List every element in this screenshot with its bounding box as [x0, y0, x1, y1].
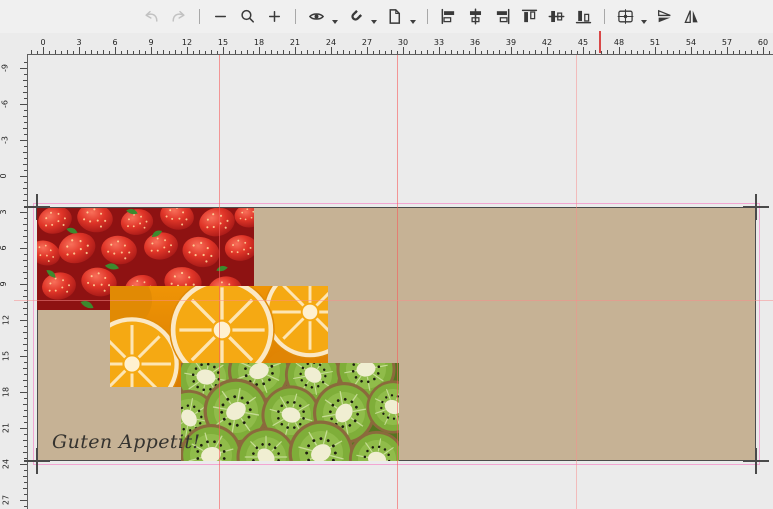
zoom-tool-button[interactable]: [237, 5, 258, 29]
magnifier-icon: [239, 8, 256, 25]
align-top-button[interactable]: [519, 5, 540, 29]
flip-horizontal-button[interactable]: [681, 5, 702, 29]
align-center-horizontal-button[interactable]: [465, 5, 486, 29]
kiwis-illustration: [181, 363, 399, 461]
snap-dropdown-caret[interactable]: [371, 20, 377, 24]
vertical-guide[interactable]: [219, 55, 220, 509]
vertical-guide[interactable]: [397, 55, 398, 509]
toolbar-separator: [604, 9, 605, 24]
center-on-page-button[interactable]: [615, 5, 636, 29]
plus-icon: [266, 8, 283, 25]
toolbar-items: [141, 5, 702, 29]
visibility-button[interactable]: [306, 5, 327, 29]
redo-icon: [170, 8, 187, 25]
zoom-in-button[interactable]: [264, 5, 285, 29]
flip-vertical-icon: [656, 8, 673, 25]
vertical-guide[interactable]: [576, 55, 577, 509]
undo-button[interactable]: [141, 5, 162, 29]
canvas-workarea[interactable]: Guten Appetit!: [0, 33, 773, 509]
magnet-icon: [347, 8, 364, 25]
zoom-out-button[interactable]: [210, 5, 231, 29]
toolbar-separator: [295, 9, 296, 24]
align-left-button[interactable]: [438, 5, 459, 29]
align-middle-vertical-button[interactable]: [546, 5, 567, 29]
align-top-icon: [521, 8, 538, 25]
horizontal-guide[interactable]: [14, 300, 773, 301]
page-setup-dropdown-caret[interactable]: [410, 20, 416, 24]
align-middle-vertical-icon: [548, 8, 565, 25]
toolbar-separator: [199, 9, 200, 24]
ruler-cursor-indicator: [599, 31, 601, 53]
snap-button[interactable]: [345, 5, 366, 29]
align-left-icon: [440, 8, 457, 25]
flip-vertical-button[interactable]: [654, 5, 675, 29]
align-center-horizontal-icon: [467, 8, 484, 25]
caption-text[interactable]: Guten Appetit!: [52, 431, 200, 453]
visibility-dropdown-caret[interactable]: [332, 20, 338, 24]
undo-icon: [143, 8, 160, 25]
align-right-icon: [494, 8, 511, 25]
flip-horizontal-icon: [683, 8, 700, 25]
page-setup-button[interactable]: [384, 5, 405, 29]
kiwis-photo[interactable]: [181, 363, 399, 461]
page-icon: [386, 8, 403, 25]
center-on-page-dropdown-caret[interactable]: [641, 20, 647, 24]
redo-button[interactable]: [168, 5, 189, 29]
align-bottom-button[interactable]: [573, 5, 594, 29]
minus-icon: [212, 8, 229, 25]
align-right-button[interactable]: [492, 5, 513, 29]
toolbar: [0, 0, 773, 33]
center-on-page-icon: [617, 8, 634, 25]
align-bottom-icon: [575, 8, 592, 25]
toolbar-separator: [427, 9, 428, 24]
design-application-window: 03691215182124273033363942454851545760 -…: [0, 0, 773, 509]
eye-icon: [308, 8, 325, 25]
